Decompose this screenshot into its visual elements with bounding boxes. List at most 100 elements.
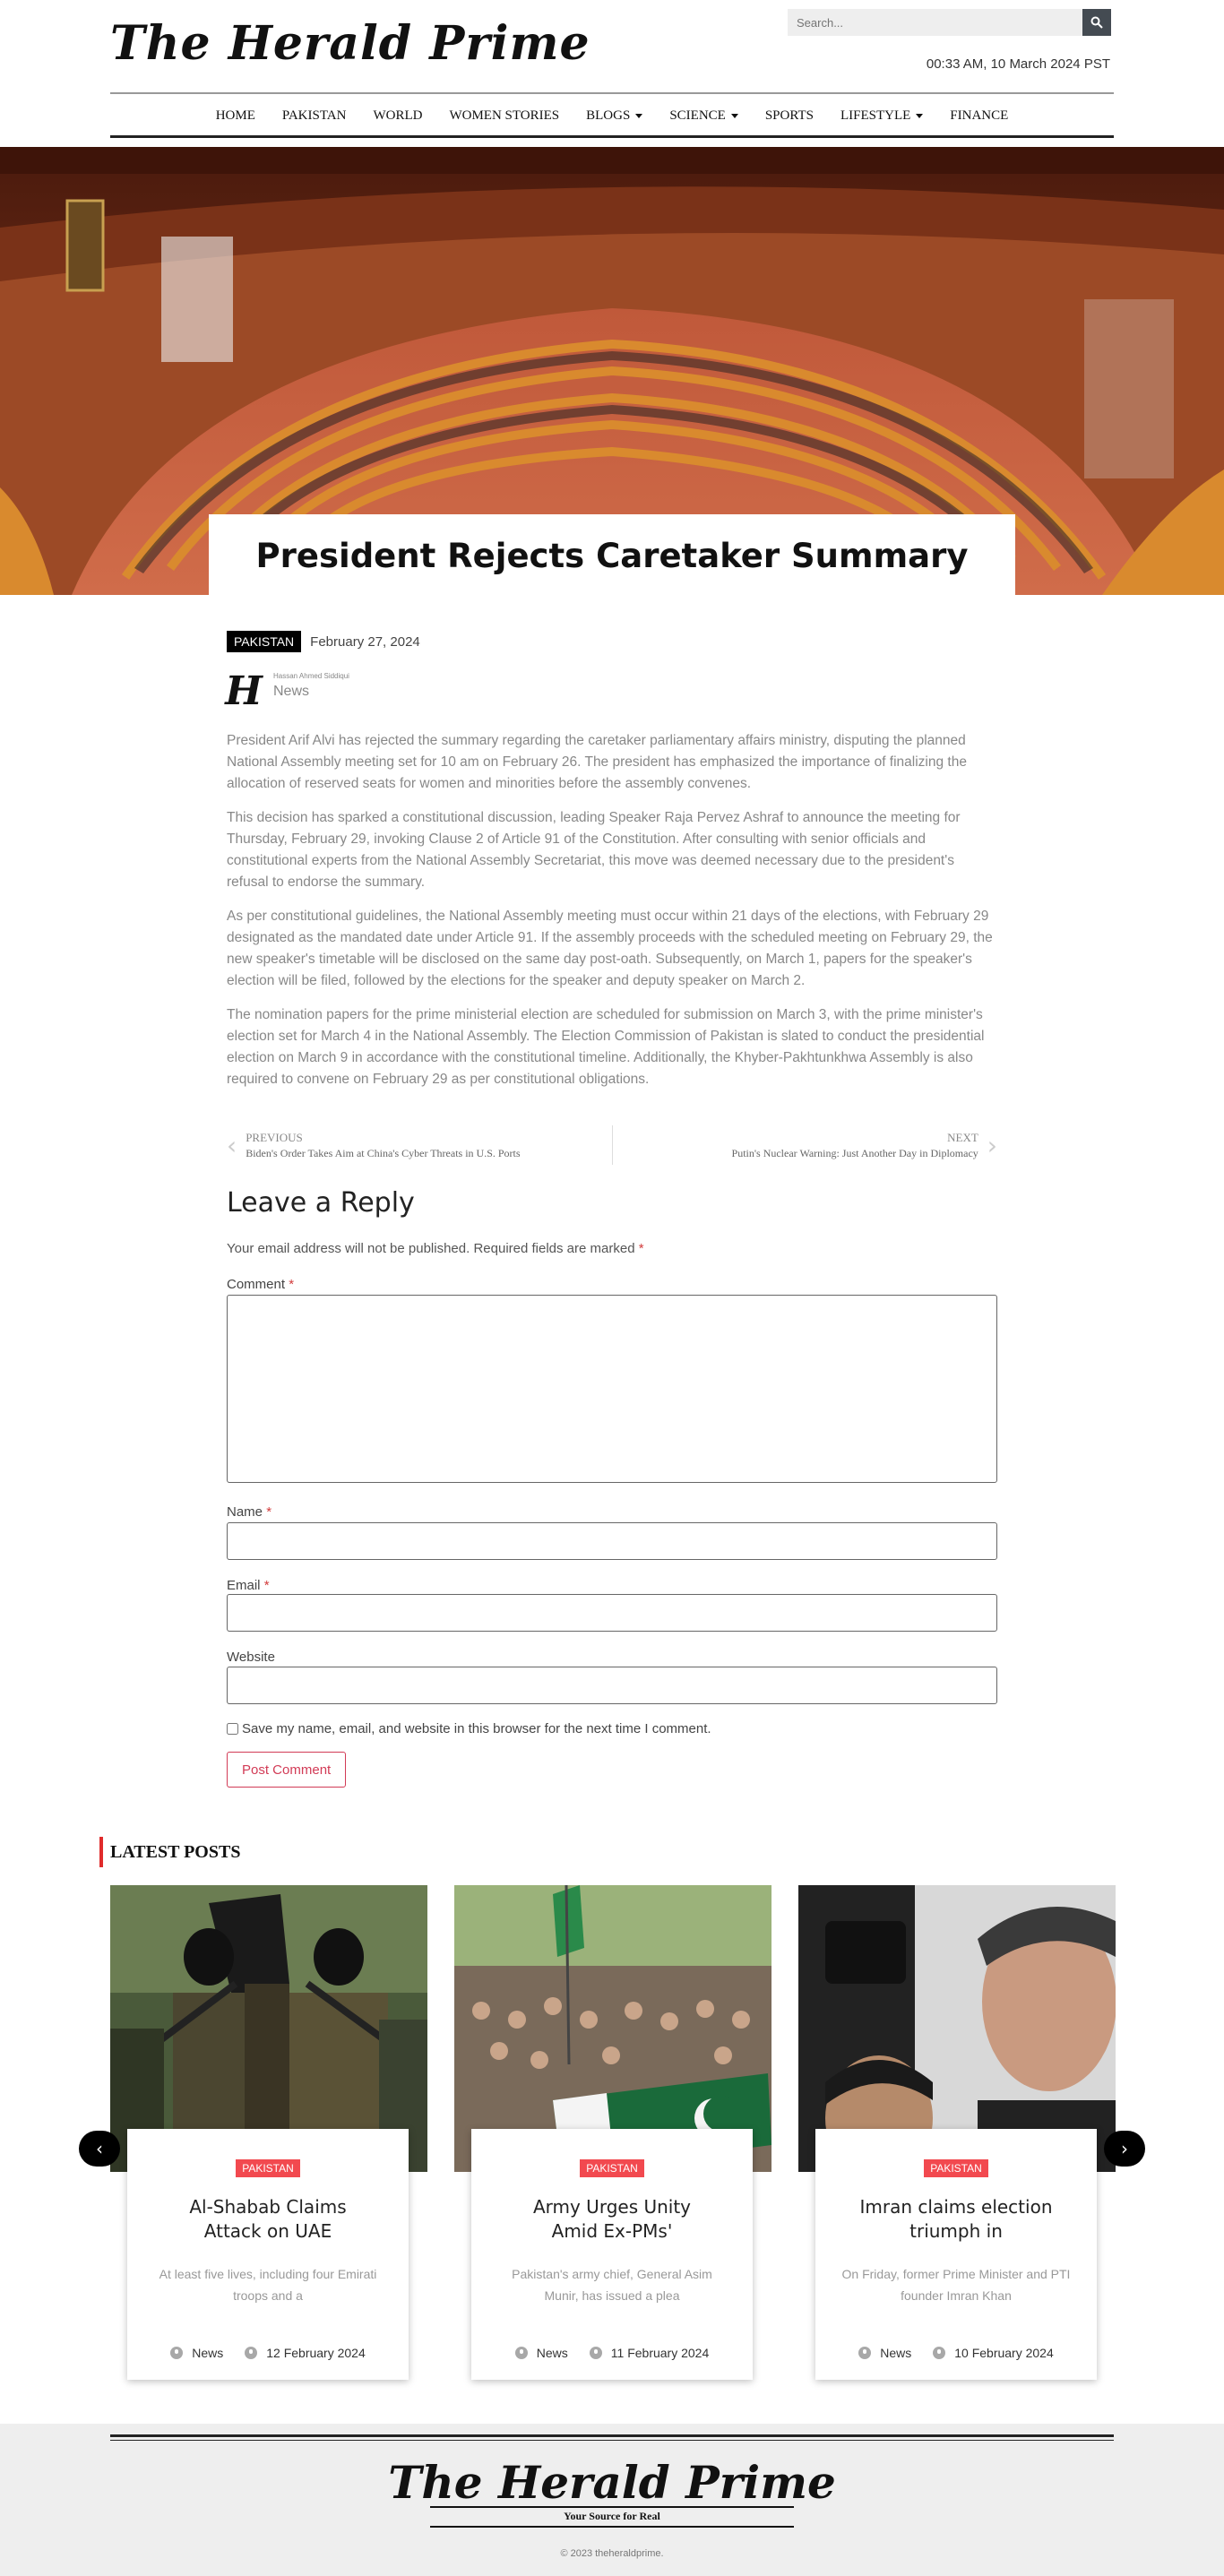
chevron-down-icon [730,113,738,118]
comment-textarea[interactable] [227,1295,997,1483]
post-category-badge[interactable]: PAKISTAN [924,2159,988,2177]
save-info-checkbox[interactable] [227,1723,238,1735]
article-body: President Arif Alvi has rejected the sum… [227,730,997,1103]
article-paragraph: This decision has sparked a constitution… [227,810,961,890]
nav-item-home[interactable]: HOME [203,108,269,124]
post-date: 12 February 2024 [266,2346,366,2360]
previous-post-link[interactable]: ‹ PREVIOUS Biden's Order Takes Aim at Ch… [227,1125,612,1165]
save-info-label: Save my name, email, and website in this… [242,1721,711,1736]
site-header: The Herald Prime 00:33 AM, 10 March 2024… [0,0,1224,147]
footer-tagline: Your Source for Real [564,2510,660,2522]
post-date: 10 February 2024 [954,2346,1054,2360]
chevron-right-icon: › [987,1130,997,1160]
nav-item-finance[interactable]: FINANCE [936,108,1021,124]
search-icon [1090,16,1103,29]
post-excerpt: On Friday, former Prime Minister and PTI… [841,2267,1071,2303]
post-meta: News 10 February 2024 [815,2346,1097,2360]
carousel-next-button[interactable]: › [1104,2131,1145,2167]
current-datetime: 00:33 AM, 10 March 2024 PST [926,56,1110,72]
post-date: 11 February 2024 [610,2346,710,2360]
chevron-down-icon [635,113,643,118]
footer-logo[interactable]: The Herald Prime [0,2456,1224,2509]
author-avatar: H [225,668,263,714]
article-paragraph: As per constitutional guidelines, the Na… [227,909,993,988]
user-icon [170,2347,184,2359]
footer-divider [110,2434,1114,2437]
previous-label: PREVIOUS [246,1130,303,1144]
next-post-link[interactable]: NEXT Putin's Nuclear Warning: Just Anoth… [613,1125,997,1165]
name-label: Name * [227,1504,272,1520]
site-logo[interactable]: The Herald Prime [110,16,590,71]
post-title[interactable]: Army Urges Unity Amid Ex-PMs' [509,2195,715,2244]
comment-form: Leave a Reply Your email address will no… [227,1187,997,1788]
footer-logo-rule [430,2526,794,2528]
footer-copyright: © 2023 theheraldprime. [560,2548,664,2559]
post-category-badge[interactable]: PAKISTAN [236,2159,300,2177]
name-field[interactable] [227,1522,997,1560]
chevron-left-icon: ‹ [96,2138,103,2159]
post-category-badge[interactable]: PAKISTAN [580,2159,644,2177]
site-footer: The Herald Prime Your Source for Real © … [0,2424,1224,2576]
chevron-down-icon [916,113,924,118]
clock-icon [589,2347,602,2359]
post-excerpt: Pakistan's army chief, General Asim Muni… [512,2267,712,2303]
email-field[interactable] [227,1594,997,1632]
nav-item-pakistan[interactable]: PAKISTAN [269,108,360,124]
post-meta: News 12 February 2024 [127,2346,409,2360]
nav-item-lifestyle[interactable]: LIFESTYLE [827,108,936,124]
footer-divider [110,2440,1114,2441]
nav-item-world[interactable]: WORLD [359,108,435,124]
post-navigation: ‹ PREVIOUS Biden's Order Takes Aim at Ch… [227,1125,997,1165]
website-label: Website [227,1650,275,1665]
post-meta: News 11 February 2024 [471,2346,753,2360]
user-icon [514,2347,528,2359]
latest-post-card[interactable]: PAKISTAN Al-Shabab Claims Attack on UAE … [127,2129,409,2380]
chevron-left-icon: ‹ [227,1130,237,1160]
footer-logo-rule [430,2506,794,2508]
article-title-card: President Rejects Caretaker Summary [209,514,1015,597]
article-date: February 27, 2024 [310,633,420,650]
carousel-prev-button[interactable]: ‹ [79,2131,120,2167]
author-role: News [273,684,310,699]
post-title[interactable]: Al-Shabab Claims Attack on UAE [165,2195,371,2244]
article-title: President Rejects Caretaker Summary [255,536,969,575]
nav-top-divider [110,92,1114,94]
save-info-checkbox-row[interactable]: Save my name, email, and website in this… [227,1721,711,1736]
nav-bottom-divider [110,135,1114,138]
post-excerpt: At least five lives, including four Emir… [159,2267,377,2303]
nav-item-blogs[interactable]: BLOGS [573,108,656,124]
category-badge[interactable]: PAKISTAN [227,631,302,652]
comment-label: Comment * [227,1277,295,1292]
post-comment-button[interactable]: Post Comment [227,1752,347,1788]
article-paragraph: President Arif Alvi has rejected the sum… [227,733,967,791]
article-meta: PAKISTAN February 27, 2024 [227,631,420,652]
clock-icon [245,2347,258,2359]
nav-item-women-stories[interactable]: WOMEN STORIES [435,108,573,124]
post-meta-category[interactable]: News [537,2346,568,2360]
next-title: Putin's Nuclear Warning: Just Another Da… [731,1146,978,1159]
post-meta-category[interactable]: News [880,2346,911,2360]
nav-item-sports[interactable]: SPORTS [752,108,827,124]
website-field[interactable] [227,1667,997,1704]
next-label: NEXT [947,1130,978,1144]
reply-note: Your email address will not be published… [227,1241,644,1256]
user-icon [858,2347,872,2359]
author-name[interactable]: Hassan Ahmed Siddiqui [273,672,349,680]
previous-title: Biden's Order Takes Aim at China's Cyber… [246,1146,521,1159]
post-meta-category[interactable]: News [192,2346,223,2360]
latest-posts-heading: LATEST POSTS [99,1837,240,1867]
chevron-right-icon: › [1121,2138,1128,2159]
email-label: Email * [227,1578,270,1593]
search-input[interactable] [788,9,1082,36]
nav-item-science[interactable]: SCIENCE [656,108,752,124]
latest-post-card[interactable]: PAKISTAN Imran claims election triumph i… [815,2129,1097,2380]
main-nav: HOME PAKISTAN WORLD WOMEN STORIES BLOGS … [110,96,1114,135]
search-button[interactable] [1082,9,1111,36]
search-bar [788,9,1111,36]
post-title[interactable]: Imran claims election triumph in [853,2195,1059,2244]
reply-heading: Leave a Reply [227,1187,415,1219]
article-paragraph: The nomination papers for the prime mini… [227,1007,985,1087]
author-box: H Hassan Ahmed Siddiqui News [225,668,349,714]
latest-post-card[interactable]: PAKISTAN Army Urges Unity Amid Ex-PMs' P… [471,2129,753,2380]
clock-icon [933,2347,946,2359]
